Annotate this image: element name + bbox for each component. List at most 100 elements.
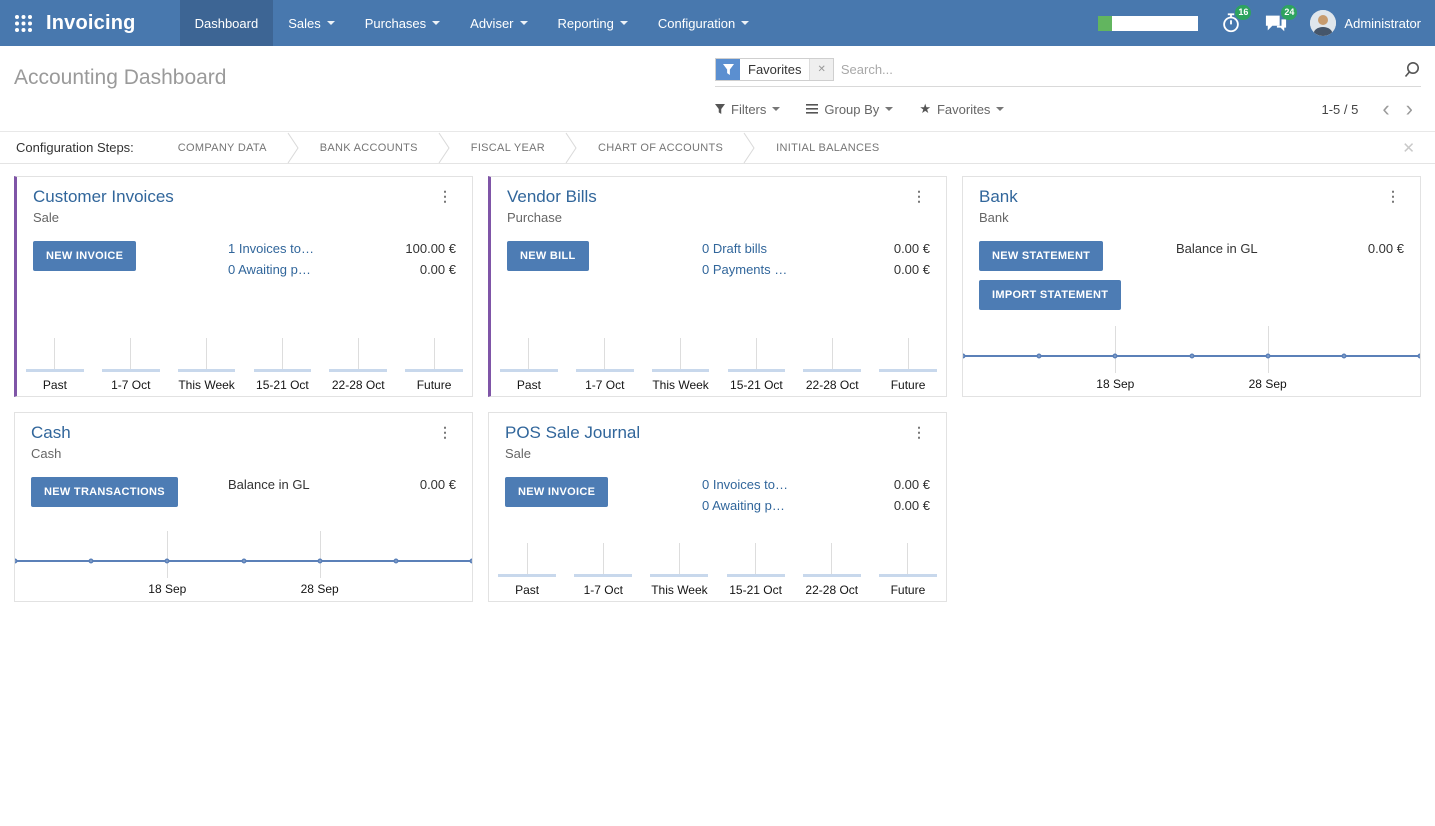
chart-tick bbox=[130, 338, 131, 370]
journal-mini-chart[interactable]: 18 Sep 28 Sep bbox=[15, 528, 472, 601]
chart-axis-label: 28 Sep bbox=[301, 582, 339, 596]
chevron-down-icon bbox=[327, 21, 335, 25]
invoices-to-validate-link[interactable]: 1 Invoices to… bbox=[228, 241, 314, 256]
menu-sales[interactable]: Sales bbox=[273, 0, 350, 46]
chart-bar bbox=[500, 369, 558, 372]
card-stats: 0 Invoices to… 0.00 € 0 Awaiting p… 0.00… bbox=[702, 477, 930, 519]
card-title[interactable]: Bank bbox=[979, 187, 1018, 207]
menu-reporting-label: Reporting bbox=[558, 16, 614, 31]
chart-axis-labels: Past1-7 OctThis Week15-21 Oct22-28 OctFu… bbox=[17, 373, 472, 396]
menu-configuration-label: Configuration bbox=[658, 16, 735, 31]
menu-adviser[interactable]: Adviser bbox=[455, 0, 542, 46]
favorites-button[interactable]: ★ Favorites bbox=[919, 101, 1004, 117]
user-menu[interactable]: Administrator bbox=[1344, 16, 1421, 31]
filters-button[interactable]: Filters bbox=[715, 102, 780, 117]
group-by-button[interactable]: Group By bbox=[806, 102, 893, 117]
search-magnifier-icon[interactable] bbox=[1403, 61, 1421, 79]
chart-axis-label: 18 Sep bbox=[148, 582, 186, 596]
menu-adviser-label: Adviser bbox=[470, 16, 513, 31]
menu-reporting[interactable]: Reporting bbox=[543, 0, 643, 46]
journal-mini-chart[interactable]: 18 Sep28 Sep bbox=[963, 323, 1420, 396]
star-icon: ★ bbox=[919, 101, 931, 117]
step-initial-balances[interactable]: INITIAL BALANCES bbox=[756, 142, 899, 154]
chart-point bbox=[1037, 354, 1042, 359]
chart-bar bbox=[803, 574, 861, 577]
new-invoice-button[interactable]: NEW INVOICE bbox=[33, 241, 136, 271]
card-bank: Bank Bank ⋮ NEW STATEMENT IMPORT STATEME… bbox=[962, 176, 1421, 397]
awaiting-payments-link[interactable]: 0 Awaiting p… bbox=[228, 262, 311, 277]
invoices-to-validate-link[interactable]: 0 Invoices to… bbox=[702, 477, 788, 492]
chevron-down-icon bbox=[885, 107, 893, 111]
kebab-menu-icon[interactable]: ⋮ bbox=[908, 187, 930, 205]
menu-configuration[interactable]: Configuration bbox=[643, 0, 764, 46]
card-title[interactable]: POS Sale Journal bbox=[505, 423, 640, 443]
chart-point bbox=[165, 559, 170, 564]
menu-purchases-label: Purchases bbox=[365, 16, 426, 31]
chart-axis-label: Future bbox=[870, 583, 946, 597]
card-title[interactable]: Customer Invoices bbox=[33, 187, 174, 207]
kebab-menu-icon[interactable]: ⋮ bbox=[434, 187, 456, 205]
menu-purchases[interactable]: Purchases bbox=[350, 0, 455, 46]
step-chart-of-accounts[interactable]: CHART OF ACCOUNTS bbox=[578, 142, 743, 154]
new-transactions-button[interactable]: NEW TRANSACTIONS bbox=[31, 477, 178, 507]
chart-axis-label: 1-7 Oct bbox=[567, 378, 643, 392]
card-body: NEW TRANSACTIONS Balance in GL 0.00 € bbox=[15, 461, 472, 507]
filter-funnel-icon bbox=[716, 59, 740, 80]
chart-tick bbox=[528, 338, 529, 370]
journal-mini-chart[interactable]: Past1-7 OctThis Week15-21 Oct22-28 OctFu… bbox=[489, 528, 946, 601]
amount-value: 0.00 € bbox=[420, 262, 456, 277]
card-header: Vendor Bills Purchase ⋮ bbox=[491, 177, 946, 225]
page-title: Accounting Dashboard bbox=[14, 58, 715, 123]
card-header: Customer Invoices Sale ⋮ bbox=[17, 177, 472, 225]
menu-dashboard[interactable]: Dashboard bbox=[180, 0, 274, 46]
awaiting-payments-link[interactable]: 0 Awaiting p… bbox=[702, 498, 785, 513]
chart-axis-label: Past bbox=[489, 583, 565, 597]
kebab-menu-icon[interactable]: ⋮ bbox=[434, 423, 456, 441]
menu-sales-label: Sales bbox=[288, 16, 321, 31]
step-fiscal-year[interactable]: FISCAL YEAR bbox=[451, 142, 565, 154]
chart-axis-label: 15-21 Oct bbox=[718, 583, 794, 597]
chart-tick bbox=[206, 338, 207, 370]
step-bank-accounts[interactable]: BANK ACCOUNTS bbox=[300, 142, 438, 154]
card-title[interactable]: Vendor Bills bbox=[507, 187, 597, 207]
chart-point bbox=[393, 559, 398, 564]
chevron-down-icon bbox=[432, 21, 440, 25]
chart-tick bbox=[434, 338, 435, 370]
card-customer-invoices: Customer Invoices Sale ⋮ NEW INVOICE 1 I… bbox=[14, 176, 473, 397]
draft-bills-link[interactable]: 0 Draft bills bbox=[702, 241, 767, 256]
group-by-lines-icon bbox=[806, 102, 818, 117]
kebab-menu-icon[interactable]: ⋮ bbox=[1382, 187, 1404, 205]
activities-count-badge: 16 bbox=[1235, 5, 1251, 20]
facet-remove-icon[interactable]: ✕ bbox=[809, 59, 832, 80]
amount-value: 0.00 € bbox=[894, 477, 930, 492]
payments-matching-link[interactable]: 0 Payments … bbox=[702, 262, 787, 277]
card-body: NEW INVOICE 1 Invoices to… 100.00 € 0 Aw… bbox=[17, 225, 472, 283]
pager-next-icon[interactable]: › bbox=[1398, 100, 1421, 118]
chevron-down-icon bbox=[741, 21, 749, 25]
card-vendor-bills: Vendor Bills Purchase ⋮ NEW BILL 0 Draft… bbox=[488, 176, 947, 397]
chart-axis-labels: 18 Sep 28 Sep bbox=[15, 578, 472, 601]
step-company-data[interactable]: COMPANY DATA bbox=[158, 142, 287, 154]
chart-point bbox=[963, 354, 966, 359]
chart-gridline bbox=[1115, 326, 1116, 373]
kebab-menu-icon[interactable]: ⋮ bbox=[908, 423, 930, 441]
pager-previous-icon[interactable]: ‹ bbox=[1374, 100, 1397, 118]
timesheet-progress-bar bbox=[1098, 16, 1198, 31]
journal-mini-chart[interactable]: Past1-7 OctThis Week15-21 Oct22-28 OctFu… bbox=[17, 323, 472, 396]
new-invoice-button[interactable]: NEW INVOICE bbox=[505, 477, 608, 507]
chart-axis-label: 22-28 Oct bbox=[794, 583, 870, 597]
close-icon[interactable]: ✕ bbox=[1398, 139, 1419, 157]
messages-button[interactable]: 24 bbox=[1264, 12, 1288, 34]
chart-bar bbox=[102, 369, 160, 372]
user-avatar[interactable] bbox=[1310, 10, 1336, 36]
search-input[interactable] bbox=[841, 62, 1403, 77]
chart-bar bbox=[405, 369, 463, 372]
activities-button[interactable]: 16 bbox=[1220, 12, 1242, 34]
journal-mini-chart[interactable]: Past1-7 OctThis Week15-21 Oct22-28 OctFu… bbox=[491, 323, 946, 396]
import-statement-button[interactable]: IMPORT STATEMENT bbox=[979, 280, 1121, 310]
new-statement-button[interactable]: NEW STATEMENT bbox=[979, 241, 1103, 271]
card-title[interactable]: Cash bbox=[31, 423, 71, 443]
chart-bar bbox=[652, 369, 710, 372]
new-bill-button[interactable]: NEW BILL bbox=[507, 241, 589, 271]
apps-grid-icon[interactable] bbox=[14, 14, 33, 33]
